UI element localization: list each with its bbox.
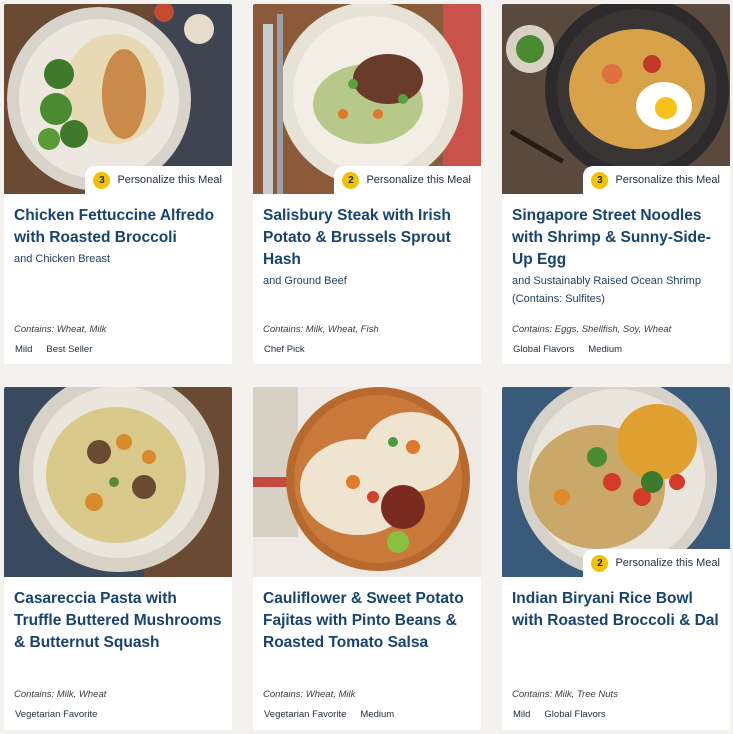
option-count-badge: 3 xyxy=(591,171,609,189)
meal-image[interactable]: 2 Personalize this Meal xyxy=(253,4,481,194)
meal-image[interactable] xyxy=(4,387,232,577)
meal-image[interactable]: 3 Personalize this Meal xyxy=(4,4,232,194)
option-count-badge: 3 xyxy=(93,171,111,189)
meal-card[interactable]: 2 Personalize this Meal Indian Biryani R… xyxy=(502,387,730,730)
meal-title[interactable]: Casareccia Pasta with Truffle Buttered M… xyxy=(14,588,222,654)
tag: Mild xyxy=(15,344,33,355)
tag: Best Seller xyxy=(46,344,93,355)
tag: Global Flavors xyxy=(544,709,606,720)
allergen-info: Contains: Wheat, Milk xyxy=(14,324,107,335)
meal-card[interactable]: 3 Personalize this Meal Chicken Fettucci… xyxy=(4,4,232,364)
tag-list: Mild Best Seller xyxy=(10,342,101,357)
tag: Mild xyxy=(513,709,531,720)
meal-title[interactable]: Indian Biryani Rice Bowl with Roasted Br… xyxy=(512,588,720,632)
meal-subtitle: and Chicken Breast xyxy=(14,253,110,265)
meal-title[interactable]: Cauliflower & Sweet Potato Fajitas with … xyxy=(263,588,471,654)
tag-list: Vegetarian Favorite xyxy=(10,707,106,722)
tag-list: Chef Pick xyxy=(259,342,314,357)
personalize-meal-button[interactable]: 2 Personalize this Meal xyxy=(583,549,730,577)
allergen-info: Contains: Milk, Wheat xyxy=(14,689,107,700)
meal-image[interactable] xyxy=(253,387,481,577)
tag: Global Flavors xyxy=(513,344,575,355)
allergen-info: Contains: Wheat, Milk xyxy=(263,689,356,700)
personalize-label: Personalize this Meal xyxy=(366,174,471,186)
option-count-badge: 2 xyxy=(591,554,609,572)
meal-image[interactable]: 2 Personalize this Meal xyxy=(502,387,730,577)
allergen-info: Contains: Milk, Tree Nuts xyxy=(512,689,618,700)
meal-card[interactable]: Casareccia Pasta with Truffle Buttered M… xyxy=(4,387,232,730)
tag-list: Mild Global Flavors xyxy=(508,707,615,722)
meal-subtitle: and Sustainably Raised Ocean Shrimp (Con… xyxy=(512,275,701,305)
allergen-info: Contains: Eggs, Shellfish, Soy, Wheat xyxy=(512,324,672,335)
meal-card[interactable]: Cauliflower & Sweet Potato Fajitas with … xyxy=(253,387,481,730)
tag: Chef Pick xyxy=(264,344,305,355)
meal-subtitle: and Ground Beef xyxy=(263,275,347,287)
tag-list: Global Flavors Medium xyxy=(508,342,631,357)
meal-title[interactable]: Salisbury Steak with Irish Potato & Brus… xyxy=(263,205,471,271)
personalize-label: Personalize this Meal xyxy=(615,557,720,569)
allergen-info: Contains: Milk, Wheat, Fish xyxy=(263,324,379,335)
meal-card[interactable]: 3 Personalize this Meal Singapore Street… xyxy=(502,4,730,364)
option-count-badge: 2 xyxy=(342,171,360,189)
personalize-meal-button[interactable]: 2 Personalize this Meal xyxy=(334,166,481,194)
personalize-label: Personalize this Meal xyxy=(117,174,222,186)
tag: Vegetarian Favorite xyxy=(15,709,98,720)
tag: Medium xyxy=(360,709,395,720)
tag: Vegetarian Favorite xyxy=(264,709,347,720)
meal-image[interactable]: 3 Personalize this Meal xyxy=(502,4,730,194)
meal-card[interactable]: 2 Personalize this Meal Salisbury Steak … xyxy=(253,4,481,364)
meal-title[interactable]: Chicken Fettuccine Alfredo with Roasted … xyxy=(14,205,222,249)
tag-list: Vegetarian Favorite Medium xyxy=(259,707,403,722)
tag: Medium xyxy=(588,344,623,355)
personalize-meal-button[interactable]: 3 Personalize this Meal xyxy=(583,166,730,194)
personalize-label: Personalize this Meal xyxy=(615,174,720,186)
personalize-meal-button[interactable]: 3 Personalize this Meal xyxy=(85,166,232,194)
meal-title[interactable]: Singapore Street Noodles with Shrimp & S… xyxy=(512,205,720,271)
